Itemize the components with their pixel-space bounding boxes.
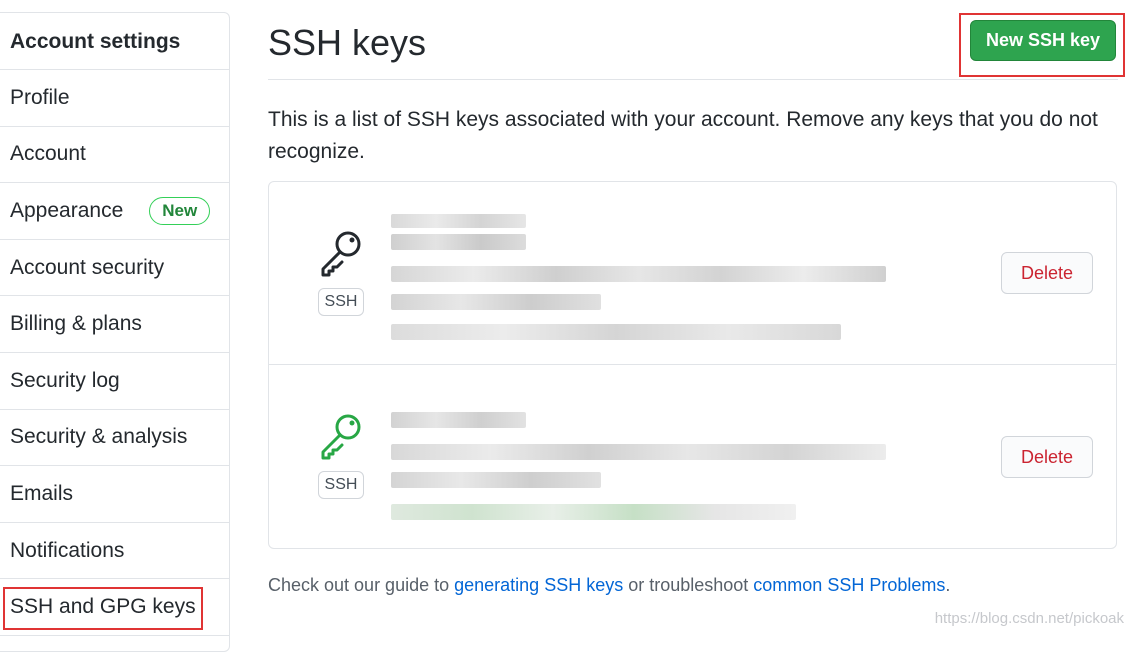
highlight-frame [3, 587, 203, 631]
sidebar-item-label: Appearance [10, 198, 124, 222]
ssh-type-label: SSH [318, 288, 364, 316]
intro-text: This is a list of SSH keys associated wi… [268, 108, 1098, 163]
sidebar-item-profile[interactable]: Profile [0, 70, 229, 127]
settings-sidebar: Account settings Profile Account Appeara… [0, 12, 230, 652]
sidebar-header: Account settings [0, 13, 229, 70]
key-icon [321, 414, 361, 460]
highlight-frame: New SSH key [959, 13, 1125, 77]
page-header: SSH keys New SSH key [268, 0, 1125, 80]
ssh-help-note: Check out our guide to generating SSH ke… [268, 575, 950, 596]
sidebar-item-billing[interactable]: Billing & plans [0, 296, 229, 353]
ssh-key-list: SSH Delete SSH Delete [268, 181, 1117, 549]
new-ssh-key-button[interactable]: New SSH key [970, 20, 1116, 61]
ssh-type-label: SSH [318, 471, 364, 499]
help-text-middle: or troubleshoot [623, 575, 754, 595]
sidebar-item-appearance[interactable]: Appearance New [0, 183, 229, 240]
main-content: SSH keys New SSH key This is a list of S… [268, 0, 1125, 635]
sidebar-item-label: Profile [10, 85, 70, 109]
sidebar-item-security-log[interactable]: Security log [0, 353, 229, 410]
help-text-prefix: Check out our guide to [268, 575, 455, 595]
page-title: SSH keys [268, 22, 427, 63]
redacted-key-details [391, 394, 891, 534]
sidebar-item-label: Account [10, 142, 86, 166]
sidebar-item-security-analysis[interactable]: Security & analysis [0, 410, 229, 467]
watermark: https://blog.csdn.net/pickoak [934, 610, 1124, 627]
delete-key-button[interactable]: Delete [1001, 436, 1093, 478]
help-text-suffix: . [945, 575, 951, 595]
key-icon [321, 231, 361, 277]
sidebar-item-label: Emails [10, 481, 74, 505]
sidebar-item-account[interactable]: Account [0, 127, 229, 184]
sidebar-item-emails[interactable]: Emails [0, 466, 229, 523]
generating-ssh-keys-link[interactable]: generating SSH keys [454, 575, 623, 595]
sidebar-item-ssh-gpg-keys[interactable]: SSH and GPG keys [0, 579, 229, 636]
common-ssh-problems-link[interactable]: common SSH Problems [753, 575, 945, 595]
new-badge: New [149, 196, 211, 225]
sidebar-item-label: Security log [10, 368, 120, 392]
sidebar-item-account-security[interactable]: Account security [0, 240, 229, 297]
delete-key-button[interactable]: Delete [1001, 252, 1093, 294]
sidebar-item-notifications[interactable]: Notifications [0, 523, 229, 580]
sidebar-item-label: Notifications [10, 538, 125, 562]
redacted-key-details [391, 210, 891, 350]
ssh-key-item: SSH Delete [269, 182, 1116, 365]
ssh-key-item: SSH Delete [269, 366, 1116, 549]
sidebar-item-label: Billing & plans [10, 312, 142, 336]
sidebar-item-label: Account security [10, 255, 165, 279]
sidebar-item-label: Security & analysis [10, 425, 188, 449]
